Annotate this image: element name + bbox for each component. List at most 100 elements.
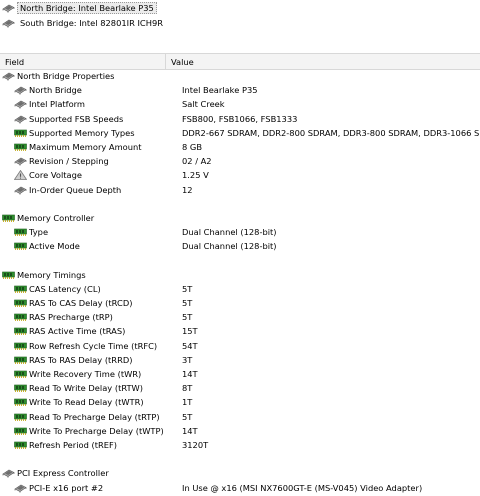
table-row[interactable]: North Bridge Intel Bearlake P35 [0,83,480,97]
table-row[interactable]: Supported FSB Speeds FSB800, FSB1066, FSB… [0,112,480,126]
memory-icon [14,426,27,436]
value-cell: 14T [182,425,198,436]
memory-icon [2,213,15,223]
value-cell: 8 GB [182,142,203,153]
chip-icon [2,468,15,479]
field-label: RAS To RAS Delay (tRRD) [29,354,133,365]
field-cell: Active Mode [0,241,182,251]
value-cell: 1T [182,397,193,408]
section-header[interactable]: PCI Express Controller [0,466,480,480]
value-cell: 8T [182,383,193,394]
field-label: Maximum Memory Amount [29,142,142,153]
table-row[interactable]: Maximum Memory Amount 8 GB [0,140,480,154]
value-cell: 54T [182,340,198,351]
memory-icon [14,284,27,294]
field-cell: Row Refresh Cycle Time (tRFC) [0,341,182,351]
field-cell: North Bridge [0,85,182,95]
table-row[interactable]: Write To Precharge Delay (tWTP) 14T [0,424,480,438]
field-cell: RAS To RAS Delay (tRRD) [0,355,182,365]
value-cell: Dual Channel (128-bit) [182,241,277,252]
device-item-label: South Bridge: Intel 82801IR ICH9R [20,17,163,28]
memory-icon [14,412,27,422]
table-row[interactable]: RAS To CAS Delay (tRCD) 5T [0,296,480,310]
table-row[interactable]: Supported Memory Types DDR2-667 SDRAM, DD… [0,126,480,140]
memory-icon [2,270,15,280]
table-row[interactable]: PCI-E x16 port #2 In Use @ x16 (MSI NX760… [0,480,480,494]
field-cell: Refresh Period (tREF) [0,440,182,450]
section-header[interactable]: North Bridge Properties [0,69,480,83]
voltage-triangle-icon [14,170,27,181]
value-cell: 5T [182,283,193,294]
field-label: Active Mode [29,241,80,252]
column-header-value[interactable]: Value [166,54,480,69]
section-header[interactable]: Memory Controller [0,211,480,225]
table-row[interactable]: Refresh Period (tREF) 3120T [0,438,480,452]
table-row[interactable]: Type Dual Channel (128-bit) [0,225,480,239]
table-row[interactable]: Write Recovery Time (tWR) 14T [0,367,480,381]
chip-icon [14,483,27,493]
field-label: RAS Precharge (tRP) [29,312,113,323]
field-cell: RAS Precharge (tRP) [0,312,182,322]
properties-table: North Bridge Properties North Bridge Intel… [0,69,480,495]
field-cell: Read To Precharge Delay (tRTP) [0,412,182,422]
table-row[interactable]: Row Refresh Cycle Time (tRFC) 54T [0,339,480,353]
value-cell: 15T [182,326,198,337]
section-header[interactable]: Memory Timings [0,268,480,282]
value-cell: 12 [182,184,193,195]
value-cell: 3120T [182,439,209,450]
field-cell: CAS Latency (CL) [0,284,182,294]
field-cell: Type [0,227,182,237]
table-row[interactable]: Active Mode Dual Channel (128-bit) [0,239,480,253]
chip-icon [14,85,27,96]
table-row[interactable]: RAS Precharge (tRP) 5T [0,310,480,324]
column-header-field[interactable]: Field [0,54,166,69]
chip-icon [14,185,27,195]
field-label: PCI-E x16 port #2 [29,482,104,493]
memory-icon [14,298,27,308]
table-row[interactable]: Read To Write Delay (tRTW) 8T [0,381,480,395]
table-row[interactable]: Revision / Stepping 02 / A2 [0,154,480,168]
section-title-cell: Memory Timings [0,270,170,280]
value-cell: 5T [182,312,193,323]
field-label: CAS Latency (CL) [29,283,101,294]
field-label: Core Voltage [29,170,82,181]
table-row[interactable]: Core Voltage 1.25 V [0,168,480,182]
field-cell: PCI-E x16 port #2 [0,483,182,493]
memory-icon [14,142,27,152]
table-row[interactable]: In-Order Queue Depth 12 [0,183,480,197]
field-label: Intel Platform [29,99,85,110]
value-cell: 02 / A2 [182,156,212,167]
section-title: PCI Express Controller [17,468,109,479]
table-row[interactable]: Intel Platform Salt Creek [0,97,480,111]
table-row[interactable]: Write To Read Delay (tWTR) 1T [0,395,480,409]
field-label: Read To Precharge Delay (tRTP) [29,411,160,422]
device-item-label: North Bridge: Intel Bearlake P35 [17,1,157,14]
field-cell: Maximum Memory Amount [0,142,182,152]
memory-icon [14,227,27,237]
value-cell: 5T [182,298,193,309]
table-row[interactable]: Read To Precharge Delay (tRTP) 5T [0,410,480,424]
value-cell: 1.25 V [182,170,209,181]
field-label: Write To Precharge Delay (tWTP) [29,425,164,436]
field-cell: Core Voltage [0,170,182,180]
memory-icon [14,312,27,322]
chip-icon [2,71,15,81]
memory-icon [14,397,27,407]
value-cell: Intel Bearlake P35 [182,85,258,96]
field-label: Read To Write Delay (tRTW) [29,383,143,394]
field-cell: Write To Precharge Delay (tWTP) [0,426,182,436]
table-row[interactable]: RAS Active Time (tRAS) 15T [0,324,480,338]
value-cell: 5T [182,411,193,422]
table-row[interactable]: RAS To RAS Delay (tRRD) 3T [0,353,480,367]
field-label: RAS To CAS Delay (tRCD) [29,298,133,309]
table-row[interactable]: CAS Latency (CL) 5T [0,282,480,296]
device-item-north-bridge[interactable]: North Bridge: Intel Bearlake P35 [0,0,480,15]
memory-icon [14,341,27,351]
field-label: RAS Active Time (tRAS) [29,326,126,337]
field-cell: RAS Active Time (tRAS) [0,326,182,336]
field-cell: Write Recovery Time (tWR) [0,369,182,379]
device-item-south-bridge[interactable]: South Bridge: Intel 82801IR ICH9R [0,15,480,30]
section-title: North Bridge Properties [17,71,115,82]
memory-icon [14,355,27,365]
value-cell: Dual Channel (128-bit) [182,227,277,238]
